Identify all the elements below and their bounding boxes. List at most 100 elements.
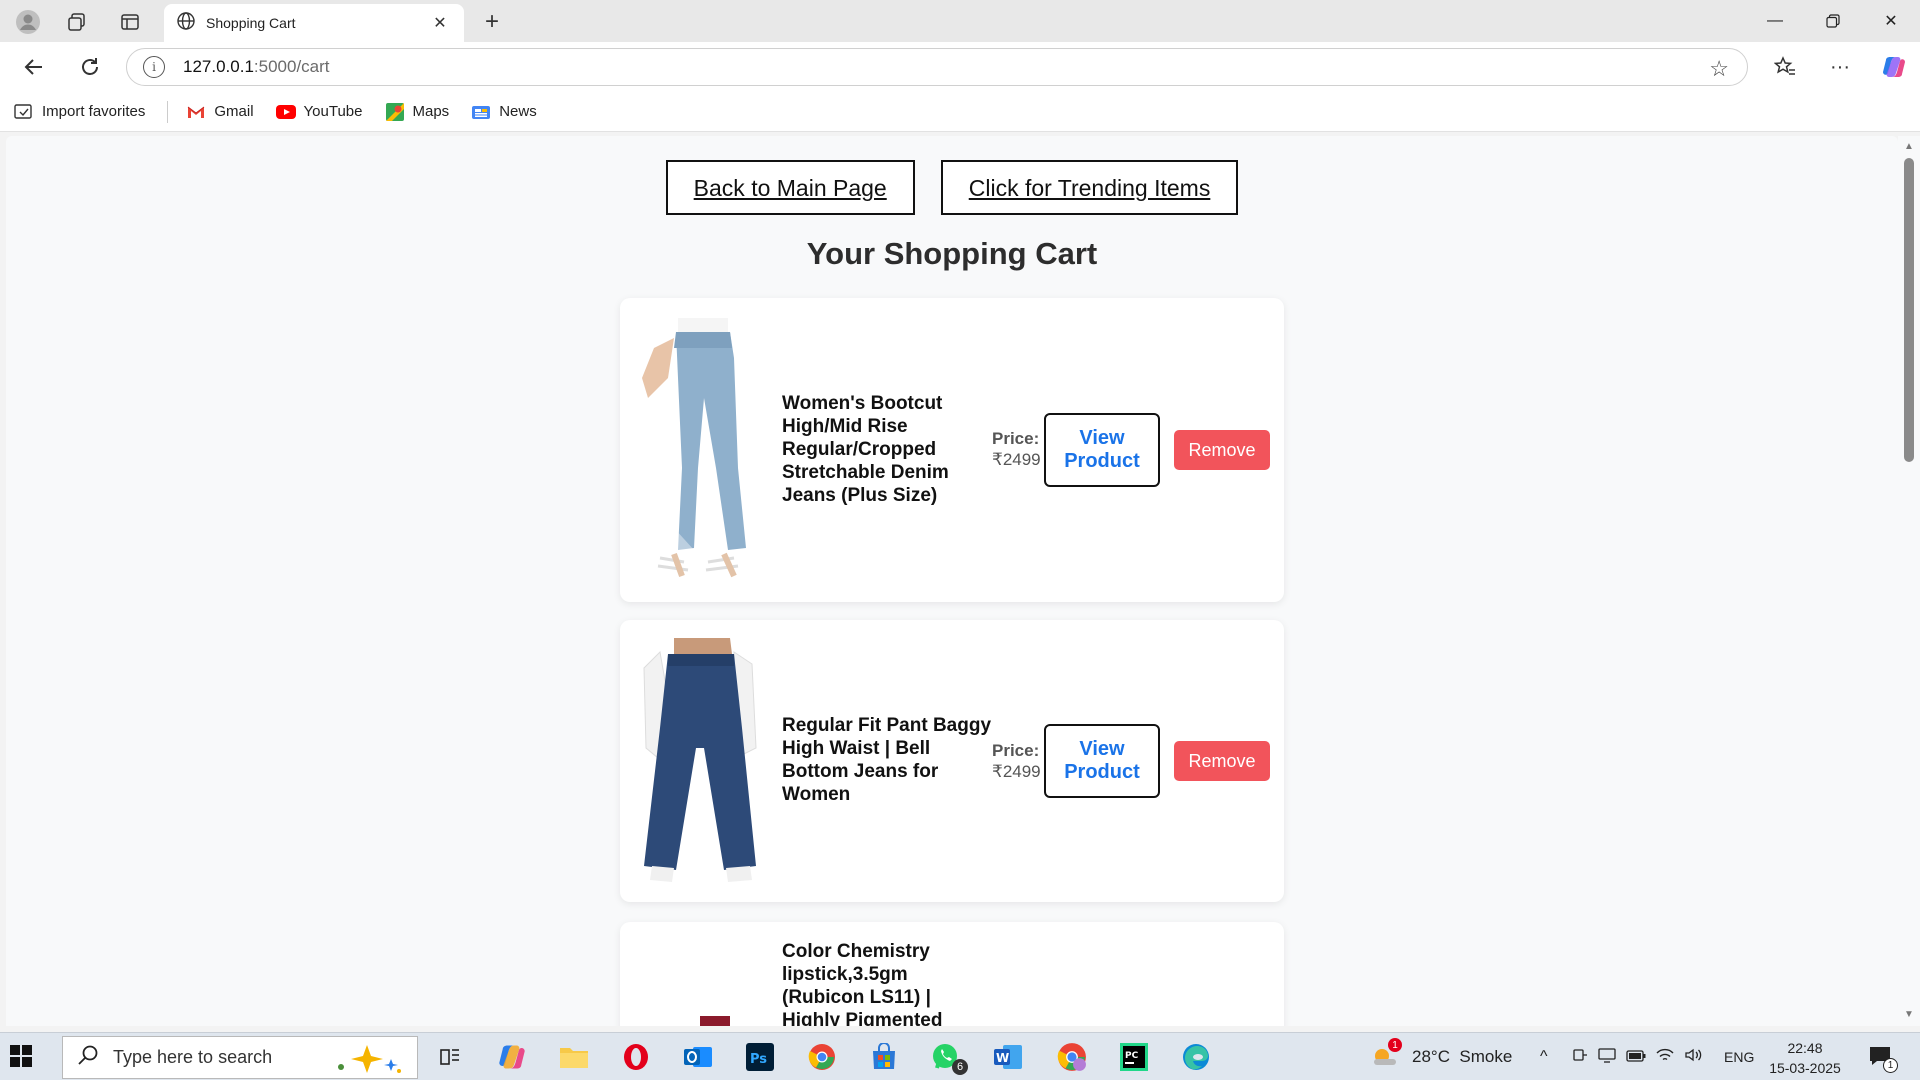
- speaker-icon[interactable]: [1684, 1047, 1702, 1068]
- language-indicator[interactable]: ENG: [1724, 1033, 1754, 1080]
- product-price: Price: ₹2499: [992, 428, 1041, 470]
- profile-icon[interactable]: [8, 8, 48, 36]
- price-label: Price:: [992, 741, 1040, 760]
- bookmark-label: YouTube: [303, 103, 363, 120]
- product-name: Regular Fit Pant Baggy High Waist | Bell…: [782, 715, 992, 805]
- clock-time: 22:48: [1787, 1040, 1823, 1056]
- photoshop-icon[interactable]: Ps: [742, 1041, 778, 1073]
- scroll-down-icon[interactable]: ▼: [1904, 1010, 1914, 1020]
- meet-icon[interactable]: [1572, 1047, 1588, 1068]
- bookmark-gmail[interactable]: Gmail: [186, 102, 254, 122]
- product-name: Women's Bootcut High/Mid Rise Regular/Cr…: [782, 393, 949, 506]
- product-image-light-jeans[interactable]: [638, 318, 762, 584]
- close-tab-icon[interactable]: ✕: [428, 13, 452, 33]
- bookmark-label: Import favorites: [42, 103, 146, 120]
- cart-item-card: Regular Fit Pant Baggy High Waist | Bell…: [620, 620, 1284, 902]
- bookmark-youtube[interactable]: YouTube: [275, 102, 363, 122]
- whatsapp-badge: 6: [952, 1059, 968, 1075]
- more-options-icon[interactable]: ···: [1824, 52, 1856, 82]
- whatsapp-icon[interactable]: 6: [928, 1041, 968, 1075]
- opera-icon[interactable]: [618, 1041, 654, 1073]
- svg-text:PC: PC: [1125, 1051, 1139, 1061]
- trending-items-link[interactable]: Click for Trending Items: [940, 160, 1239, 215]
- copilot-app-icon[interactable]: [494, 1041, 530, 1073]
- search-icon: [77, 1044, 99, 1071]
- address-bar[interactable]: i 127.0.0.1:5000/cart ☆: [126, 48, 1748, 86]
- import-icon: [14, 102, 34, 122]
- back-to-main-link[interactable]: Back to Main Page: [665, 160, 915, 215]
- view-label: View: [1079, 738, 1125, 760]
- bookmark-news[interactable]: News: [471, 102, 537, 122]
- bookmark-label: Maps: [412, 103, 450, 120]
- product-name: Color Chemistry lipstick,3.5gm (Rubicon …: [782, 941, 943, 1026]
- view-label: View: [1079, 427, 1125, 449]
- bookmarks-divider: [167, 100, 169, 123]
- scroll-thumb[interactable]: [1904, 158, 1914, 462]
- youtube-icon: [275, 102, 296, 122]
- bookmark-import-favorites[interactable]: Import favorites: [14, 102, 145, 122]
- price-value: ₹2499: [992, 762, 1041, 781]
- gmail-icon: [186, 102, 206, 122]
- page-scrollbar[interactable]: ▲ ▼: [1898, 136, 1920, 1026]
- browser-toolbar: i 127.0.0.1:5000/cart ☆ ···: [0, 42, 1920, 92]
- outlook-icon[interactable]: [680, 1041, 716, 1073]
- favorites-icon[interactable]: [1769, 52, 1801, 82]
- back-arrow-icon[interactable]: [18, 51, 50, 83]
- wifi-icon[interactable]: [1656, 1047, 1674, 1068]
- bookmark-maps[interactable]: Maps: [385, 102, 450, 122]
- copilot-sparkle-icon: [331, 1043, 405, 1080]
- url-host: 127.0.0.1: [183, 57, 254, 76]
- refresh-icon[interactable]: [74, 51, 106, 83]
- site-info-icon[interactable]: i: [143, 56, 165, 78]
- workspaces-icon[interactable]: [57, 8, 97, 36]
- weather-widget[interactable]: 1 28°C Smoke: [1370, 1033, 1512, 1080]
- product-price: Price: ₹2499: [992, 740, 1041, 782]
- remove-button[interactable]: Remove: [1174, 430, 1270, 470]
- bookmark-label: News: [499, 103, 537, 120]
- tab-title: Shopping Cart: [206, 15, 296, 31]
- battery-icon[interactable]: [1626, 1047, 1646, 1067]
- restore-button[interactable]: [1810, 6, 1856, 36]
- microsoft-store-icon[interactable]: [866, 1041, 902, 1073]
- pycharm-icon[interactable]: PC: [1116, 1041, 1152, 1073]
- chrome-profile-icon[interactable]: [1054, 1041, 1090, 1073]
- price-label: Price:: [992, 429, 1040, 448]
- product-image-dark-jeans[interactable]: [638, 638, 762, 884]
- tray-chevron-icon[interactable]: ^: [1540, 1033, 1548, 1080]
- taskbar-search[interactable]: Type here to search: [62, 1036, 418, 1079]
- cart-item-card: Women's Bootcut High/Mid Rise Regular/Cr…: [620, 298, 1284, 602]
- bookmark-label: Gmail: [214, 103, 254, 120]
- clock-date: 15-03-2025: [1769, 1060, 1841, 1076]
- search-placeholder: Type here to search: [113, 1047, 273, 1067]
- view-product-button[interactable]: View Product: [1044, 724, 1160, 798]
- windows-start-icon[interactable]: [10, 1045, 34, 1069]
- weather-icon: 1: [1370, 1038, 1402, 1072]
- file-explorer-icon[interactable]: [556, 1041, 592, 1073]
- svg-text:W: W: [996, 1051, 1009, 1065]
- tab-actions-icon[interactable]: [110, 8, 150, 36]
- product-label: Product: [1064, 761, 1140, 783]
- notification-center-icon[interactable]: 1: [1868, 1033, 1898, 1080]
- product-image-lipstick[interactable]: [638, 1016, 762, 1026]
- clock[interactable]: 22:48 15-03-2025: [1760, 1038, 1850, 1078]
- remove-button[interactable]: Remove: [1174, 741, 1270, 781]
- top-navigation: Back to Main Page Click for Trending Ite…: [6, 160, 1898, 215]
- favorite-star-icon[interactable]: ☆: [1709, 56, 1729, 82]
- word-icon[interactable]: W: [990, 1041, 1026, 1073]
- view-product-button[interactable]: View Product: [1044, 413, 1160, 487]
- new-tab-button[interactable]: +: [478, 8, 506, 36]
- bookmarks-bar: Import favorites Gmail YouTube Maps News: [0, 92, 1920, 132]
- tab-shopping-cart[interactable]: Shopping Cart ✕: [164, 4, 464, 42]
- tab-bar: Shopping Cart ✕ + — ✕: [0, 0, 1920, 42]
- display-icon[interactable]: [1598, 1047, 1616, 1068]
- close-window-button[interactable]: ✕: [1868, 6, 1914, 36]
- chrome-icon[interactable]: [804, 1041, 840, 1073]
- edge-icon[interactable]: [1178, 1041, 1214, 1073]
- minimize-button[interactable]: —: [1752, 6, 1798, 36]
- scroll-up-icon[interactable]: ▲: [1904, 142, 1914, 152]
- task-view-icon[interactable]: [432, 1041, 468, 1073]
- svg-text:Ps: Ps: [750, 1052, 767, 1067]
- weather-text: 28°C Smoke: [1412, 1047, 1513, 1066]
- news-icon: [471, 102, 491, 122]
- copilot-icon[interactable]: [1878, 52, 1910, 82]
